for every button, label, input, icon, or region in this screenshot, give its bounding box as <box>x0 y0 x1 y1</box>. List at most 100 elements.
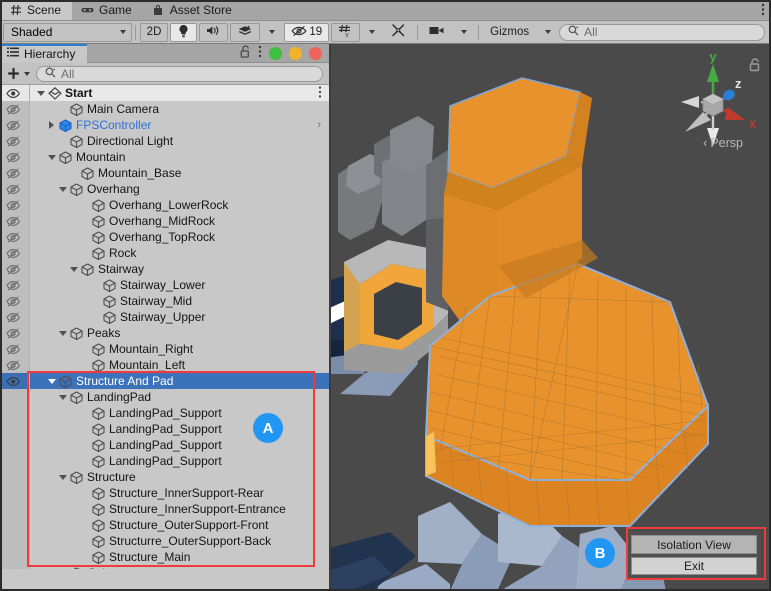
hierarchy-row[interactable]: Rock <box>0 245 329 261</box>
hierarchy-row[interactable]: Overhang_TopRock <box>0 229 329 245</box>
expander-toggle[interactable] <box>45 155 58 160</box>
hierarchy-row[interactable]: Mountain_Right <box>0 341 329 357</box>
prefab-open-chevron-icon[interactable]: › <box>317 119 321 131</box>
visibility-toggle-cell[interactable] <box>0 357 30 373</box>
hierarchy-row-body[interactable]: Cube <box>30 565 329 569</box>
hierarchy-row[interactable]: Overhang <box>0 181 329 197</box>
hierarchy-row[interactable]: Cube <box>0 565 329 569</box>
expander-toggle[interactable] <box>67 267 80 272</box>
hierarchy-row-body[interactable]: Structure_Main <box>30 549 329 565</box>
hierarchy-row[interactable]: Mountain <box>0 149 329 165</box>
hierarchy-row[interactable]: Structure <box>0 469 329 485</box>
hierarchy-row-selected[interactable]: Structure And Pad <box>0 373 329 389</box>
draw-mode-dropdown[interactable]: Shaded <box>3 23 132 42</box>
visibility-toggle-cell[interactable] <box>0 549 30 565</box>
hierarchy-row[interactable]: Stairway_Upper <box>0 309 329 325</box>
isolation-view-exit-button[interactable]: Exit <box>631 557 757 575</box>
hierarchy-row-body[interactable]: LandingPad_Support <box>30 437 329 453</box>
hierarchy-row-body[interactable]: Stairway_Upper <box>30 309 329 325</box>
hierarchy-row-body[interactable]: LandingPad_Support <box>30 405 329 421</box>
hierarchy-row-body[interactable]: Stairway_Lower <box>30 277 329 293</box>
hierarchy-row-body[interactable]: Mountain_Left <box>30 357 329 373</box>
gizmos-dropdown[interactable] <box>538 23 558 42</box>
tab-asset-store[interactable]: Asset Store <box>143 0 243 20</box>
visibility-toggle-cell[interactable] <box>0 277 30 293</box>
visibility-toggle-cell[interactable] <box>0 197 30 213</box>
visibility-toggle-cell[interactable] <box>0 293 30 309</box>
hierarchy-row-body[interactable]: Structure_InnerSupport-Entrance <box>30 501 329 517</box>
visibility-toggle-cell[interactable] <box>0 309 30 325</box>
hierarchy-row-body[interactable]: Start <box>30 85 329 101</box>
hierarchy-row-body[interactable]: Main Camera <box>30 101 329 117</box>
visibility-toggle-cell[interactable] <box>0 453 30 469</box>
hierarchy-row-body[interactable]: Stairway_Mid <box>30 293 329 309</box>
expander-toggle[interactable] <box>34 91 47 96</box>
hierarchy-row-body[interactable]: LandingPad_Support <box>30 421 329 437</box>
hierarchy-row[interactable]: LandingPad_Support <box>0 453 329 469</box>
toggle-effects-button[interactable] <box>230 23 260 42</box>
editor-tab-overflow-menu[interactable] <box>761 0 765 20</box>
hierarchy-row[interactable]: Overhang_LowerRock <box>0 197 329 213</box>
scene-camera-button[interactable] <box>422 23 452 42</box>
visibility-toggle-cell[interactable] <box>0 245 30 261</box>
hierarchy-row[interactable]: Mountain_Base <box>0 165 329 181</box>
visibility-toggle-cell[interactable] <box>0 133 30 149</box>
hierarchy-row-body[interactable]: Mountain_Right <box>30 341 329 357</box>
add-gameobject-button[interactable] <box>4 66 32 81</box>
window-dot-red[interactable] <box>309 47 322 60</box>
visibility-toggle-cell[interactable] <box>0 469 30 485</box>
expander-toggle[interactable] <box>45 379 58 384</box>
hierarchy-row-body[interactable]: Rock <box>30 245 329 261</box>
hierarchy-row-body[interactable]: Overhang_MidRock <box>30 213 329 229</box>
expander-toggle[interactable] <box>56 331 69 336</box>
toggle-lighting-button[interactable] <box>170 23 197 42</box>
hierarchy-row[interactable]: LandingPad_Support <box>0 437 329 453</box>
hierarchy-row-body[interactable]: LandingPad <box>30 389 329 405</box>
scene-search-field[interactable]: All <box>559 24 765 41</box>
tab-hierarchy[interactable]: Hierarchy <box>0 44 87 63</box>
hierarchy-row-body[interactable]: Structure <box>30 469 329 485</box>
hierarchy-row-body[interactable]: Directional Light <box>30 133 329 149</box>
visibility-toggle-cell[interactable] <box>0 149 30 165</box>
window-dot-yellow[interactable] <box>289 47 302 60</box>
visibility-toggle-cell[interactable] <box>0 117 30 133</box>
expander-toggle[interactable] <box>45 121 58 129</box>
hidden-objects-button[interactable]: 19 <box>284 23 329 42</box>
visibility-toggle-cell[interactable] <box>0 565 30 569</box>
hierarchy-row[interactable]: Stairway_Lower <box>0 277 329 293</box>
hierarchy-row[interactable]: LandingPad <box>0 389 329 405</box>
visibility-toggle-cell[interactable] <box>0 341 30 357</box>
toggle-audio-button[interactable] <box>199 23 228 42</box>
hierarchy-row-body[interactable]: Stairway <box>30 261 329 277</box>
hierarchy-menu-kebab-icon[interactable] <box>258 45 262 61</box>
toggle-2d-button[interactable]: 2D <box>140 23 169 42</box>
visibility-toggle-cell[interactable] <box>0 501 30 517</box>
hierarchy-row[interactable]: Overhang_MidRock <box>0 213 329 229</box>
visibility-toggle-cell[interactable] <box>0 389 30 405</box>
hierarchy-row[interactable]: Start <box>0 85 329 101</box>
hierarchy-row[interactable]: Stairway_Mid <box>0 293 329 309</box>
visibility-toggle-cell[interactable] <box>0 405 30 421</box>
visibility-toggle-cell[interactable] <box>0 213 30 229</box>
grid-snapping-button[interactable]: Y <box>331 23 360 42</box>
scene-viewport[interactable]: y x z ‹ Persp Isolation View Exit <box>330 44 771 591</box>
expander-toggle[interactable] <box>56 395 69 400</box>
hierarchy-row-body[interactable]: Mountain_Base <box>30 165 329 181</box>
hierarchy-row[interactable]: Mountain_Left <box>0 357 329 373</box>
visibility-toggle-cell[interactable] <box>0 229 30 245</box>
grid-dropdown[interactable] <box>362 23 382 42</box>
expander-toggle[interactable] <box>56 475 69 480</box>
hierarchy-row[interactable]: Peaks <box>0 325 329 341</box>
hierarchy-row-body[interactable]: FPSController› <box>30 117 329 133</box>
visibility-toggle-cell[interactable] <box>0 325 30 341</box>
hierarchy-row-body[interactable]: Structure And Pad <box>30 373 329 389</box>
hierarchy-row-body[interactable]: Structure_OuterSupport-Front <box>30 517 329 533</box>
hierarchy-row-body[interactable]: Peaks <box>30 325 329 341</box>
scene-gizmo-lock-icon[interactable] <box>749 58 761 72</box>
window-dot-green[interactable] <box>269 47 282 60</box>
scene-camera-dropdown[interactable] <box>454 23 474 42</box>
scene-tools-button[interactable] <box>384 23 413 42</box>
hierarchy-row[interactable]: FPSController› <box>0 117 329 133</box>
hierarchy-search-input[interactable]: All <box>36 66 323 82</box>
hierarchy-row-body[interactable]: Overhang_LowerRock <box>30 197 329 213</box>
